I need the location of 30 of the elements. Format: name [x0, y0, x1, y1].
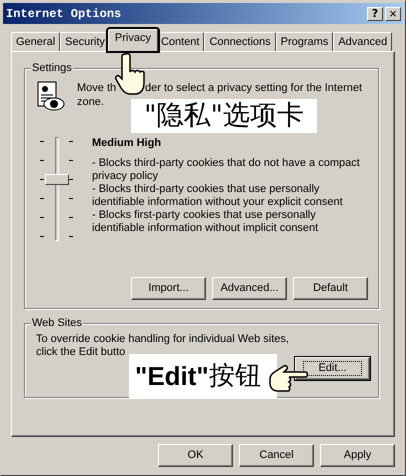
callout-label: "隐私"选项卡 [131, 99, 317, 133]
dialog-button[interactable]: Default [293, 277, 368, 300]
dialog-button[interactable]: Cancel [239, 444, 314, 467]
tab[interactable]: Advanced [333, 32, 392, 51]
web-sites-text: To override cookie handling for individual Web sites, [36, 333, 290, 346]
intro-text: der to select a privacy setting for the Internet [145, 81, 362, 95]
level-description: - Blocks first-party cookies that use personally identifiable information without implicit consent [92, 209, 320, 235]
intro-text: zone. [77, 95, 104, 109]
tab[interactable]: Programs [276, 32, 334, 51]
web-sites-text: click the Edit butto [36, 346, 126, 359]
callout-label: "Edit"按钮 [129, 354, 277, 399]
tab[interactable]: Privacy [108, 29, 158, 51]
level-description: - Blocks third-party cookies that do not have a compact privacy policy [92, 157, 361, 183]
dialog-button[interactable]: OK [158, 444, 233, 467]
tab[interactable]: Connections [204, 32, 276, 51]
edit-button[interactable]: Edit... [295, 357, 370, 380]
group-legend: Settings [31, 61, 73, 75]
pointing-hand-icon [115, 52, 147, 96]
pointing-hand-icon [269, 363, 309, 393]
dialog-button[interactable]: Import... [131, 277, 206, 300]
close-button[interactable]: × [385, 6, 401, 20]
intro-text: Move th [77, 81, 118, 95]
tab[interactable]: General [11, 32, 60, 51]
dialog-button[interactable]: Apply [320, 444, 395, 467]
window-title: Internet Options [6, 6, 122, 22]
dialog-button[interactable]: Advanced... [212, 277, 287, 300]
help-button[interactable]: ? [367, 6, 383, 20]
level-description: - Blocks third-party cookies that use personally identifiable information without your explicit consent [92, 183, 344, 209]
slider-thumb[interactable] [45, 174, 69, 185]
level-title: Medium High [92, 137, 162, 150]
